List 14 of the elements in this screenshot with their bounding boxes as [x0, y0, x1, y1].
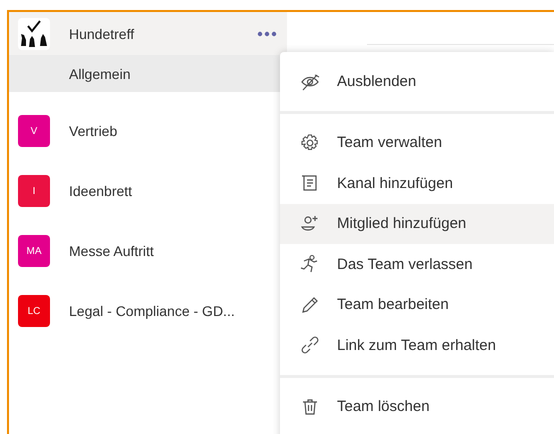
trash-icon	[300, 396, 320, 417]
running-person-icon	[300, 254, 320, 274]
dogs-logo-icon	[18, 18, 50, 50]
team-avatar: MA	[18, 235, 50, 267]
pencil-icon	[300, 294, 320, 315]
menu-item[interactable]: Mitglied hinzufügen	[280, 204, 554, 244]
settings-icon	[300, 132, 320, 153]
more-icon[interactable]	[257, 30, 277, 36]
team-item[interactable]: Hundetreff	[9, 12, 287, 55]
menu-item[interactable]: Team löschen	[280, 386, 554, 427]
team-avatar: V	[18, 115, 50, 147]
team-avatar: I	[18, 175, 50, 207]
link-icon	[300, 335, 320, 356]
team-avatar: LC	[18, 295, 50, 327]
